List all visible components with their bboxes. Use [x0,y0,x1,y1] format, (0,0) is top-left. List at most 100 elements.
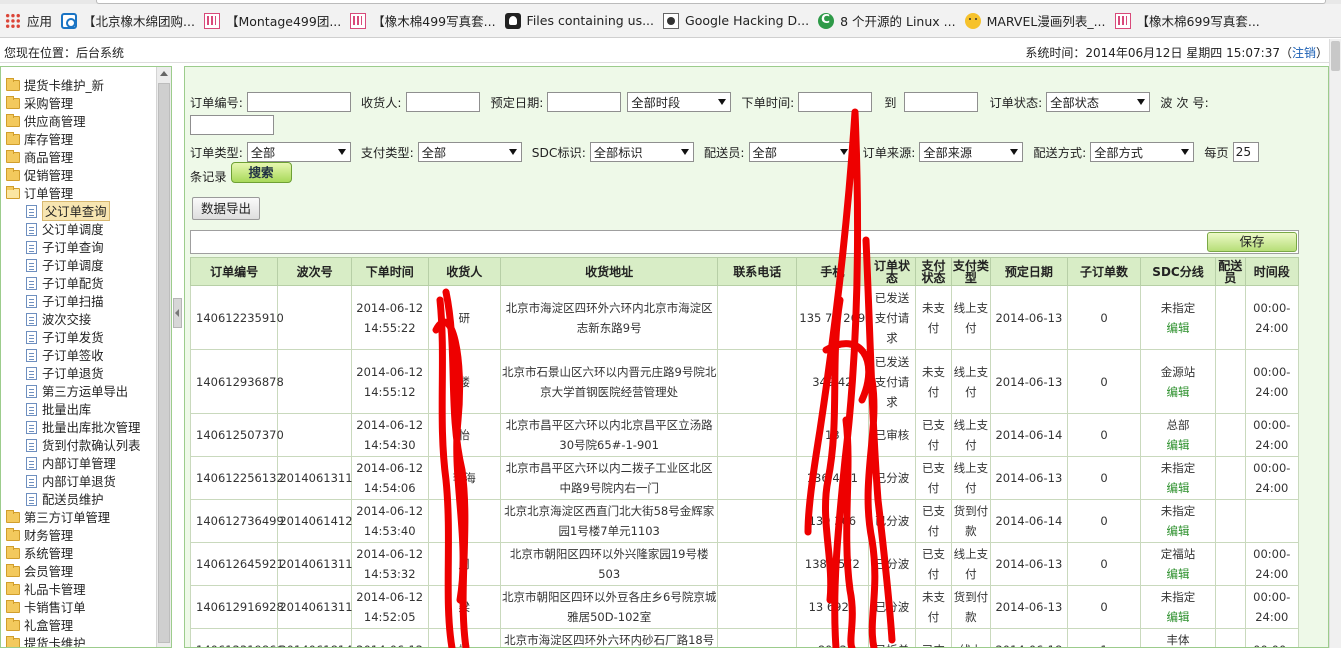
order-type-select[interactable]: 全部 [246,142,351,162]
edit-sdc-link[interactable]: 编辑 [1167,481,1190,495]
bookmark-item[interactable]: Google Hacking D... [661,8,816,34]
cell-date: 2014-06-12 14:55:12 [350,349,429,414]
cell-text: 00:00-24:00 [1253,547,1291,581]
sidebar-item[interactable]: 促销管理 [6,166,156,184]
sidebar-item[interactable]: 第三方运单导出 [6,382,156,400]
sidebar-item[interactable]: 批量出库 [6,400,156,418]
courier-select[interactable]: 全部 [748,142,853,162]
bookmark-item[interactable]: 8 个开源的 Linux ... [816,8,962,34]
sidebar-item-label: 卡销售订单 [24,601,86,615]
sidebar-item[interactable]: 内部订单管理 [6,454,156,472]
sidebar-item-label: 促销管理 [24,169,74,183]
bookmark-item[interactable]: 【北京橡木绵团购... [59,8,202,34]
folder-icon [6,131,20,145]
sidebar-item[interactable]: 配送员维护 [6,490,156,508]
logout-link[interactable]: 注销 [1292,46,1316,60]
table-row[interactable]: 140612936878 2014-06-12 14:55:12 楼 北京市石景山区六环… [189,349,1300,414]
source-select[interactable]: 全部来源 [919,142,1024,162]
sidebar-item[interactable]: 礼品卡管理 [6,580,156,598]
sidebar-item[interactable]: 父订单查询 [6,201,156,221]
page-scrollbar-thumb[interactable] [1331,41,1340,71]
bookmark-item[interactable]: 【橡木棉699写真套... [1113,8,1267,34]
bookmark-item[interactable]: MARVEL漫画列表_... [963,8,1113,34]
time-range-select[interactable]: 全部时段 [627,92,732,112]
order-time-from-input[interactable] [798,92,873,112]
sidebar-item-label: 配送员维护 [42,493,104,507]
edit-sdc-link[interactable]: 编辑 [1167,438,1190,452]
page-scrollbar[interactable] [1329,39,1341,648]
export-button[interactable]: 数据导出 [192,196,260,220]
bookmark-item[interactable]: Files containing us... [503,8,661,34]
scroll-up-arrow-icon[interactable] [160,71,168,76]
table-row[interactable]: 140612256132 2014061311 2014-06-12 14:54:06… [189,456,1300,500]
save-button[interactable]: 保存 [1207,232,1297,252]
search-button[interactable]: 搜索 [230,161,292,183]
sidebar-item[interactable]: 子订单配货 [6,274,156,292]
order-no-input[interactable] [246,92,351,112]
folder-icon [6,149,20,163]
sidebar-item[interactable]: 内部订单退货 [6,472,156,490]
sidebar-item[interactable]: 子订单查询 [6,238,156,256]
sidebar-item[interactable]: 礼盒管理 [6,616,156,634]
sidebar-item[interactable]: 订单管理 [6,184,156,202]
sidebar-item[interactable]: 提货卡维护_新 [6,76,156,94]
sidebar-item[interactable]: 财务管理 [6,526,156,544]
edit-sdc-link[interactable]: 编辑 [1167,321,1190,335]
sidebar-item[interactable]: 子订单发货 [6,328,156,346]
edit-sdc-link[interactable]: 编辑 [1167,567,1190,581]
cell-text: 未支付 [922,590,946,624]
sidebar-item[interactable]: 第三方订单管理 [6,508,156,526]
bookmark-item[interactable]: 【橡木棉499写真套... [348,8,502,34]
sdc-value: 金源站 [1160,364,1196,379]
table-row[interactable]: 140612235910 2014-06-12 14:55:22 研 北京市海淀区四环外… [189,285,1300,350]
consignee-input[interactable] [405,92,480,112]
sdc-select[interactable]: 全部标识 [589,142,694,162]
delivery-select[interactable]: 全部方式 [1090,142,1195,162]
cell-courier [1214,585,1246,629]
table-row[interactable]: 140612736499 2014061412 2014-06-12 14:53:40… [189,499,1300,543]
dropdown-arrow-icon [718,99,727,105]
sidebar-item[interactable]: 波次交接 [6,310,156,328]
document-icon [26,204,37,218]
sidebar-item[interactable]: 子订单签收 [6,346,156,364]
cell-wave [277,413,352,457]
sidebar-item[interactable]: 库存管理 [6,130,156,148]
sidebar-item[interactable]: 供应商管理 [6,112,156,130]
table-row[interactable]: 140612916928 2014061311 2014-06-12 14:52:05… [189,585,1300,629]
table-row[interactable]: 14061231986620140618142014-06-12 梅 北京市海淀区四… [189,628,1300,647]
sidebar-item[interactable]: 提货卡维护 [6,634,156,647]
wave-no-input[interactable] [190,115,274,135]
sidebar-scrollbar[interactable] [156,67,171,647]
sidebar-scrollbar-thumb[interactable] [158,83,170,643]
per-page-input[interactable]: 25 [1232,142,1259,162]
cell-text: 2014-06-13 [995,600,1063,614]
edit-sdc-link[interactable]: 编辑 [1167,610,1190,624]
sidebar-item-label: 批量出库批次管理 [42,421,141,435]
sidebar-item[interactable]: 父订单调度 [6,220,156,238]
edit-sdc-link[interactable]: 编辑 [1167,524,1190,538]
sidebar-item[interactable]: 会员管理 [6,562,156,580]
order-time-to-input[interactable] [904,92,979,112]
sidebar-item[interactable]: 批量出库批次管理 [6,418,156,436]
sidebar-item[interactable]: 子订单退货 [6,364,156,382]
cell-order-no: 140612936878 [189,349,284,414]
reserve-date-input[interactable] [547,92,622,112]
sidebar-item[interactable]: 卡销售订单 [6,598,156,616]
sidebar-item[interactable]: 采购管理 [6,94,156,112]
order-status-select[interactable]: 全部状态 [1046,92,1151,112]
bookmark-item[interactable]: 【Montage499团... [202,8,348,34]
sidebar-item[interactable]: 子订单调度 [6,256,156,274]
table-row[interactable]: 140612507370 2014-06-12 14:54:30 怡 北京市昌平区六环以… [189,413,1300,457]
sidebar-item[interactable]: 货到付款确认列表 [6,436,156,454]
sidebar-item[interactable]: 系统管理 [6,544,156,562]
sidebar-item[interactable]: 商品管理 [6,148,156,166]
bookmark-label: 8 个开源的 Linux ... [840,14,956,29]
folder-icon [6,599,20,613]
pay-type-select[interactable]: 全部 [417,142,522,162]
bookmark-item[interactable]: 应用 [3,8,59,34]
table-row[interactable]: 140612645921 2014061311 2014-06-12 14:53:32… [189,542,1300,586]
edit-sdc-link[interactable]: 编辑 [1167,385,1190,399]
sidebar-collapse-handle[interactable] [173,298,182,328]
cell-phone [717,542,798,586]
sidebar-item[interactable]: 子订单扫描 [6,292,156,310]
